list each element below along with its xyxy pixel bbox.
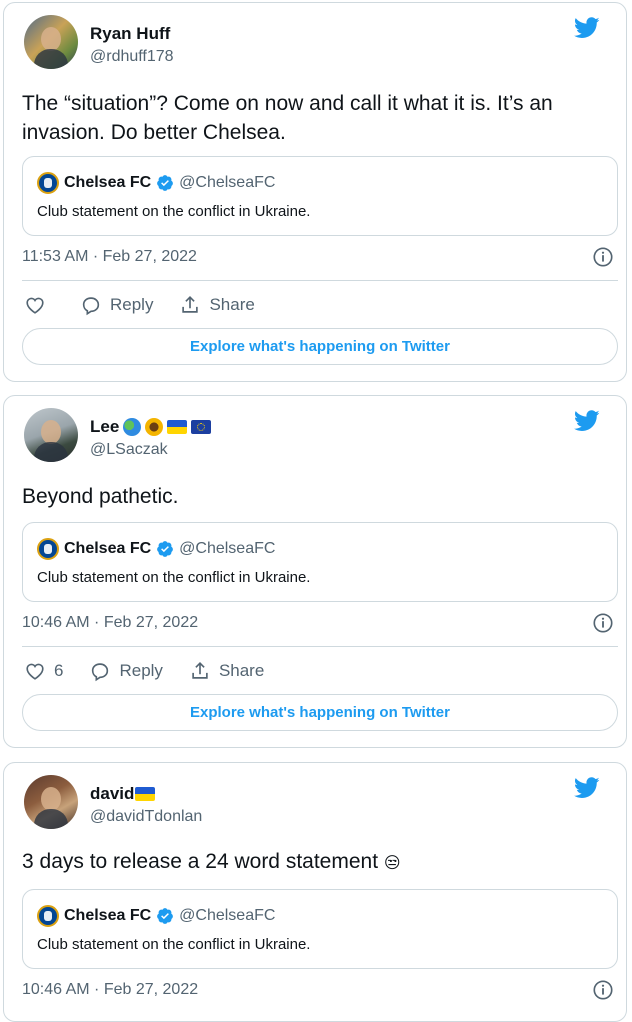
eu-flag (191, 420, 212, 434)
author-name-row[interactable]: Lee (90, 416, 212, 438)
avatar[interactable] (24, 775, 78, 829)
quoted-text: Club statement on the conflict in Ukrain… (37, 569, 311, 586)
reply-label: Reply (110, 295, 154, 314)
info-icon[interactable] (592, 979, 614, 1001)
author-name-row[interactable]: david (90, 783, 156, 805)
tweet-text: 3 days to release a 24 word statement 😒 (22, 847, 616, 876)
tweet-timestamp[interactable]: 10:46 AM · Feb 27, 2022 (22, 614, 198, 632)
tweet-header: Ryan Huff @rdhuff178 (22, 15, 610, 75)
tweet-header: Lee @LSaczak (22, 408, 610, 468)
author-name-row[interactable]: Ryan Huff (90, 23, 170, 45)
heart-icon (26, 297, 44, 314)
verified-badge-icon (157, 175, 174, 191)
twitter-bird-icon[interactable] (574, 777, 600, 799)
quoted-tweet[interactable]: Chelsea FC @ChelseaFC Club statement on … (22, 889, 618, 969)
tweet-header: david @davidTdonlan (22, 775, 610, 835)
twitter-bird-icon[interactable] (574, 17, 600, 39)
quoted-author-handle: @ChelseaFC (179, 907, 276, 924)
ukraine-flag (135, 787, 156, 801)
ukraine-flag (167, 420, 188, 434)
author-handle[interactable]: @LSaczak (90, 441, 168, 459)
quoted-avatar (37, 172, 59, 194)
quoted-author-name: Chelsea FC (64, 907, 152, 924)
quoted-text: Club statement on the conflict in Ukrain… (37, 203, 311, 220)
like-button[interactable]: 6 (24, 660, 63, 682)
quoted-author-handle: @ChelseaFC (179, 174, 276, 191)
like-button[interactable] (24, 294, 54, 316)
reply-icon (82, 297, 100, 316)
action-bar: Reply Share (24, 292, 281, 318)
divider (22, 646, 618, 647)
quoted-author-name: Chelsea FC (64, 174, 152, 191)
author-name[interactable]: david (90, 784, 134, 804)
share-label: Share (218, 661, 265, 680)
reply-label: Reply (119, 661, 163, 680)
tweet-card[interactable]: Ryan Huff @rdhuff178 The “situation”? Co… (3, 2, 627, 382)
tweet-timestamp[interactable]: 10:46 AM · Feb 27, 2022 (22, 981, 198, 999)
verified-badge-icon (157, 908, 174, 924)
explore-button[interactable]: Explore what's happening on Twitter (22, 694, 618, 731)
share-button[interactable]: Share (179, 294, 255, 316)
like-count: 6 (54, 661, 64, 680)
action-bar: 6 Reply Share (24, 658, 290, 684)
author-name[interactable]: Ryan Huff (90, 24, 170, 44)
info-icon[interactable] (592, 246, 614, 268)
verified-badge-icon (157, 541, 174, 557)
tweet-timestamp[interactable]: 11:53 AM · Feb 27, 2022 (22, 248, 197, 266)
tweet-text: The “situation”? Come on now and call it… (22, 92, 553, 144)
share-button[interactable]: Share (189, 660, 264, 682)
author-handle[interactable]: @rdhuff178 (90, 48, 174, 66)
quoted-avatar (37, 905, 59, 927)
explore-button[interactable]: Explore what's happening on Twitter (22, 328, 618, 365)
reply-button[interactable]: Reply (80, 294, 153, 316)
quoted-text: Club statement on the conflict in Ukrain… (37, 936, 311, 953)
tweet-text: Beyond pathetic. (22, 485, 179, 508)
quoted-author-handle: @ChelseaFC (179, 540, 276, 557)
divider (22, 280, 618, 281)
author-handle[interactable]: @davidTdonlan (90, 808, 202, 826)
quoted-tweet[interactable]: Chelsea FC @ChelseaFC Club statement on … (22, 522, 618, 602)
tweet-text-body: 3 days to release a 24 word statement (22, 850, 379, 873)
twitter-bird-icon[interactable] (574, 410, 600, 432)
quoted-avatar (37, 538, 59, 560)
share-icon (192, 662, 208, 679)
globe-emoji (123, 418, 142, 436)
avatar[interactable] (24, 15, 78, 69)
info-icon[interactable] (592, 612, 614, 634)
tweet-card[interactable]: Lee @LSaczak Beyond pathetic. Chelsea FC… (3, 395, 627, 748)
author-name[interactable]: Lee (90, 417, 119, 437)
share-icon (182, 296, 199, 313)
avatar[interactable] (24, 408, 78, 462)
heart-icon (26, 663, 44, 680)
quoted-tweet[interactable]: Chelsea FC @ChelseaFC Club statement on … (22, 156, 618, 236)
tweet-card[interactable]: david @davidTdonlan 3 days to release a … (3, 762, 627, 1022)
sunflower-emoji (145, 418, 164, 436)
quoted-author-name: Chelsea FC (64, 540, 152, 557)
share-label: Share (209, 295, 255, 314)
reply-button[interactable]: Reply (89, 660, 163, 682)
reply-icon (92, 663, 109, 682)
unamused-face-emoji: 😒 (383, 853, 401, 872)
